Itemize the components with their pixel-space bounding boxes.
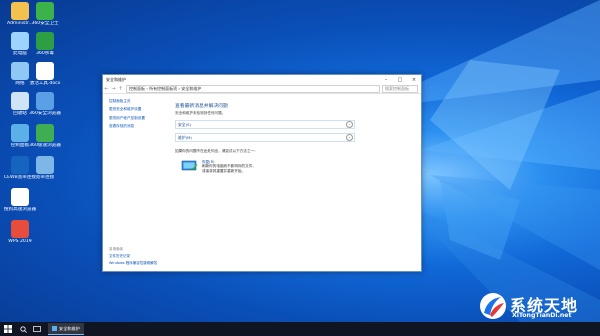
breadcrumb-item[interactable]: 控制面板 — [129, 86, 145, 92]
see-also: 另请参阅 文件历史记录 Windows 程序兼容性疑难解答 — [109, 247, 157, 267]
windows-logo-icon — [4, 325, 12, 333]
section-security[interactable]: 安全(S) ⌄ — [175, 120, 355, 129]
watermark-logo: 系统天地 XiTongTianDi.net — [478, 290, 600, 322]
desktop-icon[interactable]: 360安全卫士 — [25, 2, 65, 27]
recovery-icon — [181, 160, 198, 171]
minimize-icon[interactable]: – — [379, 77, 393, 83]
recovery-item[interactable]: 恢复(R) 刷新你的电脑而不影响你的文件， 或者将其重置并重新开始。 — [181, 160, 355, 173]
desktop-icon[interactable]: 360安全浏览器 — [25, 92, 65, 117]
desktop-icon-label: 激活工具.docx — [29, 81, 61, 86]
forward-icon[interactable]: → — [110, 86, 117, 92]
sidebar: 控制面板主页 更改安全和维护设置 更改用户帐户控制设置 查看存档的消息 — [109, 99, 169, 132]
main-content: 查看最新消息并解决问题 安全和维护未检测到任何问题。 安全(S) ⌄ 维护(M)… — [175, 102, 355, 173]
section-label: 维护(M) — [178, 134, 192, 140]
desktop-icon-label: 360杀毒 — [36, 51, 54, 56]
browser-360-icon — [36, 92, 54, 110]
antivirus-360-icon — [36, 32, 54, 50]
watermark-url: XiTongTianDi.net — [512, 312, 572, 319]
section-maintenance[interactable]: 维护(M) ⌄ — [175, 133, 355, 142]
start-button[interactable] — [0, 322, 16, 336]
desktop-icon[interactable]: 360杀毒 — [25, 32, 65, 57]
sogou-browser-icon — [11, 188, 29, 206]
page-title: 查看最新消息并解决问题 — [175, 104, 228, 109]
desktop-icon-label: 360安全浏览器 — [29, 111, 61, 116]
breadcrumb[interactable]: 控制面板 › 所有控制面板项 › 安全和维护 — [126, 84, 380, 93]
desktop-icon-label: 360极速浏览器 — [29, 143, 61, 148]
search-input[interactable]: 搜索控制面板 — [382, 84, 418, 93]
recovery-desc: 或者将其重置并重新开始。 — [202, 168, 246, 173]
status-text: 安全和维护未检测到任何问题。 — [175, 111, 226, 115]
shield-360-icon — [36, 2, 54, 20]
section-label: 安全(S) — [178, 121, 191, 127]
taskbar: 安全和维护 — [0, 322, 600, 336]
sidebar-item-uac[interactable]: 更改用户帐户控制设置 — [109, 116, 169, 121]
taskbar-app-label: 安全和维护 — [59, 325, 80, 331]
see-also-link[interactable]: 文件历史记录 — [109, 254, 157, 259]
hint-text: 如果你的问题不在此处列出，请尝试以下方法之一： — [175, 149, 258, 153]
desktop-icon-label: WPS 2019 — [8, 239, 32, 244]
task-view-icon[interactable] — [30, 322, 44, 336]
sidebar-item-home[interactable]: 控制面板主页 — [109, 99, 169, 104]
desktop-icon[interactable]: 激活工具.docx — [25, 62, 65, 87]
breadcrumb-item[interactable]: 安全和维护 — [181, 86, 201, 92]
address-bar: ← → ↑ 控制面板 › 所有控制面板项 › 安全和维护 搜索控制面板 — [103, 84, 421, 94]
desktop-icon[interactable]: WPS 2019 — [0, 220, 40, 245]
search-icon[interactable] — [16, 322, 30, 336]
taskbar-app-icon — [52, 326, 57, 331]
connect-icon — [36, 156, 54, 174]
back-icon[interactable]: ← — [103, 86, 110, 92]
desktop-icon[interactable]: 宽带连接 — [25, 156, 65, 181]
taskbar-app-security[interactable]: 安全和维护 — [48, 323, 84, 335]
breadcrumb-item[interactable]: 所有控制面板项 — [149, 86, 177, 92]
sidebar-item-archived[interactable]: 查看存档的消息 — [109, 124, 169, 129]
see-also-link[interactable]: Windows 程序兼容性疑难解答 — [109, 261, 157, 266]
sidebar-item-change-settings[interactable]: 更改安全和维护设置 — [109, 107, 169, 112]
close-icon[interactable]: × — [407, 77, 421, 83]
desktop-icon-label: 360安全卫士 — [31, 21, 59, 26]
wps-icon — [11, 220, 29, 238]
doc-file-icon — [36, 62, 54, 80]
see-also-heading: 另请参阅 — [109, 247, 123, 251]
logo-mark-icon — [480, 293, 506, 319]
up-icon[interactable]: ↑ — [117, 86, 124, 92]
chevron-down-icon[interactable]: ⌄ — [346, 134, 353, 141]
title-bar: 安全和维护 – □ × — [103, 75, 421, 84]
control-panel-window[interactable]: 安全和维护 – □ × ← → ↑ 控制面板 › 所有控制面板项 › 安全和维护… — [102, 74, 422, 272]
maximize-icon[interactable]: □ — [393, 77, 407, 83]
desktop-icon-label: 宽带连接 — [35, 175, 55, 180]
chevron-down-icon[interactable]: ⌄ — [346, 121, 353, 128]
desktop-icon-label: 搜狗高速浏览器 — [3, 207, 37, 212]
window-title: 安全和维护 — [106, 76, 126, 82]
browser-360-speed-icon — [36, 124, 54, 142]
desktop-icon[interactable]: 搜狗高速浏览器 — [0, 188, 40, 213]
desktop-icon[interactable]: 360极速浏览器 — [25, 124, 65, 149]
